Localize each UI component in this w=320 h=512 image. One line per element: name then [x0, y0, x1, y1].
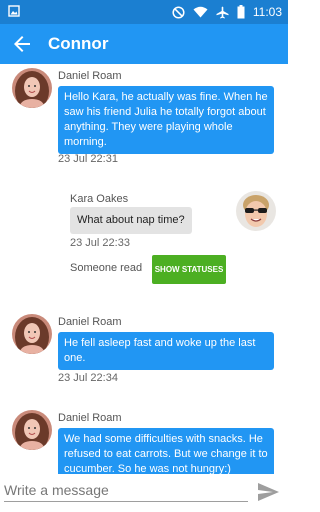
conversation-title: Connor [48, 34, 109, 53]
sender-name: Daniel Roam [58, 412, 122, 424]
status-bar: 11:03 [0, 0, 288, 24]
show-statuses-button[interactable]: SHOW STATUSES [152, 255, 226, 284]
do-not-disturb-icon [172, 5, 185, 19]
read-status: Someone read [70, 262, 143, 274]
sender-name: Daniel Roam [58, 70, 122, 82]
app-bar: Connor [0, 24, 288, 64]
send-icon[interactable] [256, 480, 280, 504]
avatar[interactable] [12, 410, 52, 450]
arrow-back-icon[interactable] [10, 32, 34, 56]
battery-icon [237, 5, 245, 19]
airplane-icon [216, 6, 229, 18]
wifi-icon [193, 6, 208, 18]
message-timestamp: 23 Jul 22:31 [58, 153, 118, 165]
message-timestamp: 23 Jul 22:34 [58, 372, 118, 384]
message-composer [0, 474, 288, 512]
sender-name: Kara Oakes [70, 193, 129, 205]
message-input[interactable] [4, 478, 248, 502]
avatar[interactable] [236, 191, 276, 231]
message-bubble[interactable]: Hello Kara, he actually was fine. When h… [58, 86, 274, 154]
message-bubble[interactable]: What about nap time? [70, 207, 192, 234]
avatar[interactable] [12, 314, 52, 354]
avatar[interactable] [12, 68, 52, 108]
image-icon [8, 5, 20, 17]
message-list[interactable]: Daniel Roam Hello Kara, he actually was … [0, 64, 288, 474]
message-timestamp: 23 Jul 22:33 [70, 237, 130, 249]
message-bubble[interactable]: He fell asleep fast and woke up the last… [58, 332, 274, 370]
clock: 11:03 [252, 5, 282, 19]
sender-name: Daniel Roam [58, 316, 122, 328]
message-bubble[interactable]: We had some difficulties with snacks. He… [58, 428, 274, 474]
